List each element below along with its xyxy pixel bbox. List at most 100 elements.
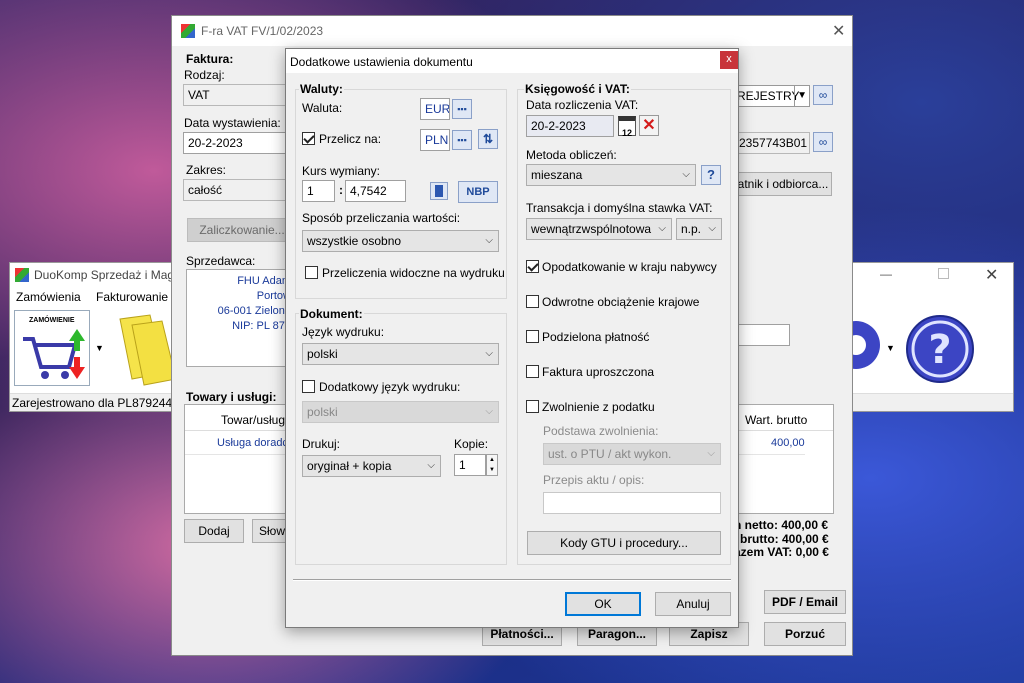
- uproszczona-checkbox[interactable]: [526, 365, 539, 378]
- odwrotne-checkbox[interactable]: [526, 295, 539, 308]
- swap-arrows-icon[interactable]: ⇅: [478, 129, 498, 149]
- kurs-right-field[interactable]: 4,7542: [345, 180, 406, 202]
- minimize-icon[interactable]: —: [880, 267, 892, 281]
- waluta-browse-button[interactable]: ▪▪▪: [452, 99, 472, 119]
- dialog-title: Dodatkowe ustawienia dokumentu: [290, 55, 473, 69]
- chevron-down-icon: ⌵: [485, 348, 493, 359]
- dialog-title-bar: Dodatkowe ustawienia dokumentu x: [286, 49, 738, 73]
- transakcja-value: wewnątrzwspólnotowa: [531, 222, 652, 236]
- przelicz-label: Przelicz na:: [319, 132, 382, 146]
- kody-gtu-button[interactable]: Kody GTU i procedury...: [527, 531, 721, 555]
- podstawa-select[interactable]: ust. o PTU / akt wykon. ⌵: [543, 443, 721, 465]
- seller-line: FHU Adam: [237, 275, 291, 287]
- porzuc-button[interactable]: Porzuć: [764, 622, 846, 646]
- invoice-extra-field[interactable]: [734, 324, 790, 346]
- dodatkowy-value: polski: [307, 405, 338, 419]
- brutto-total: brutto: 400,00 €: [740, 532, 829, 546]
- binoculars-icon[interactable]: ∞: [813, 85, 833, 105]
- transakcja-select[interactable]: wewnątrzwspólnotowa ⌵: [526, 218, 672, 240]
- close-icon[interactable]: ✕: [985, 265, 998, 285]
- zakres-field[interactable]: całość: [183, 179, 293, 201]
- help-question-icon[interactable]: ?: [701, 165, 721, 185]
- row-brutto-cell[interactable]: 400,00: [771, 437, 805, 449]
- podzielona-checkbox[interactable]: [526, 330, 539, 343]
- nip-field[interactable]: 2357743B01: [734, 132, 810, 154]
- col-brutto-header[interactable]: Wart. brutto: [745, 413, 807, 427]
- vat-total: azem VAT: 0,00 €: [734, 545, 829, 559]
- book-icon[interactable]: [430, 182, 448, 200]
- dodaj-button[interactable]: Dodaj: [184, 519, 244, 543]
- data-wystawienia-field[interactable]: 20-2-2023: [183, 132, 293, 154]
- zwolnienie-checkbox[interactable]: [526, 400, 539, 413]
- zwolnienie-label: Zwolnienie z podatku: [542, 400, 655, 414]
- rodzaj-label: Rodzaj:: [184, 68, 225, 82]
- nbp-button[interactable]: NBP: [458, 181, 498, 203]
- drukuj-select[interactable]: oryginał + kopia ⌵: [302, 455, 441, 477]
- towary-label: Towary i usługi:: [186, 390, 277, 404]
- calendar-icon[interactable]: 12: [618, 116, 636, 138]
- dodatkowy-checkbox[interactable]: [302, 380, 315, 393]
- zaliczkowanie-button[interactable]: Zaliczkowanie...: [187, 218, 297, 242]
- sprzedawca-label: Sprzedawca:: [186, 254, 256, 268]
- kurs-left-field[interactable]: 1: [302, 180, 335, 202]
- rejestry-select[interactable]: REJESTRY ▼: [734, 85, 810, 107]
- przelicz-browse-button[interactable]: ▪▪▪: [452, 130, 472, 150]
- dialog-close-button[interactable]: x: [720, 51, 738, 69]
- przelicz-field[interactable]: PLN: [420, 129, 450, 151]
- waluta-field[interactable]: EUR: [420, 98, 450, 120]
- col-towar-header[interactable]: Towar/usługa: [221, 413, 292, 427]
- maximize-icon[interactable]: [938, 268, 949, 279]
- dodatkowy-select[interactable]: polski ⌵: [302, 401, 499, 423]
- invoice-app-icon: [181, 24, 195, 38]
- kopie-spinner[interactable]: ▲ ▼: [486, 454, 498, 476]
- toolbar-zamowienie-button[interactable]: ZAMÓWIENIE: [14, 310, 90, 386]
- clear-date-icon[interactable]: ✕: [639, 115, 659, 136]
- menu-zamowienia[interactable]: Zamówienia: [16, 290, 81, 304]
- registration-status: Zarejestrowano dla PL8792446: [12, 396, 179, 410]
- przelicz-checkbox[interactable]: [302, 132, 315, 145]
- jezyk-label: Język wydruku:: [302, 325, 385, 339]
- documents-cart-icon[interactable]: [110, 313, 180, 389]
- dodatkowy-label: Dodatkowy język wydruku:: [319, 380, 461, 394]
- data-rozliczenia-field[interactable]: 20-2-2023: [526, 115, 614, 137]
- uproszczona-label: Faktura uproszczona: [542, 365, 655, 379]
- odbiorca-button[interactable]: atnik i odbiorca...: [734, 172, 832, 196]
- seller-line: NIP: PL 879: [232, 320, 291, 332]
- faktura-label: Faktura:: [186, 52, 234, 66]
- invoice-close-icon[interactable]: ✕: [832, 21, 845, 41]
- widoczne-label: Przeliczenia widoczne na wydruku: [322, 266, 505, 280]
- kopie-label: Kopie:: [454, 437, 489, 451]
- odwrotne-label: Odwrotne obciążenie krajowe: [542, 295, 700, 309]
- menu-fakturowanie[interactable]: Fakturowanie: [96, 290, 168, 304]
- invoice-title-bar: F-ra VAT FV/1/02/2023 ✕: [172, 16, 852, 46]
- chevron-down-icon: ⌵: [707, 448, 715, 459]
- przepis-field[interactable]: [543, 492, 721, 514]
- chevron-down-icon-3: ▼: [794, 86, 807, 106]
- chevron-down-icon[interactable]: ▼: [95, 343, 104, 353]
- row-towar-cell[interactable]: Usługa doradc: [217, 437, 288, 449]
- anuluj-button[interactable]: Anuluj: [655, 592, 731, 616]
- chevron-down-icon: ⌵: [485, 406, 493, 417]
- metoda-label: Metoda obliczeń:: [526, 148, 617, 162]
- svg-text:?: ?: [928, 327, 951, 373]
- data-rozliczenia-label: Data rozliczenia VAT:: [526, 98, 639, 112]
- rodzaj-field[interactable]: VAT: [183, 84, 293, 106]
- kopie-field[interactable]: 1: [454, 454, 486, 476]
- help-icon[interactable]: ?: [904, 313, 976, 385]
- pdf-email-button[interactable]: PDF / Email: [764, 590, 846, 614]
- jezyk-value: polski: [307, 347, 338, 361]
- opodatkowanie-label: Opodatkowanie w kraju nabywcy: [542, 260, 717, 274]
- drukuj-value: oryginał + kopia: [307, 459, 392, 473]
- drukuj-label: Drukuj:: [302, 437, 341, 451]
- sposob-select[interactable]: wszystkie osobno ⌵: [302, 230, 499, 252]
- stawka-select[interactable]: n.p. ⌵: [676, 218, 722, 240]
- ok-button[interactable]: OK: [565, 592, 641, 616]
- metoda-select[interactable]: mieszana ⌵: [526, 164, 696, 186]
- opodatkowanie-checkbox[interactable]: [526, 260, 539, 273]
- chevron-down-icon-2[interactable]: ▼: [886, 343, 895, 353]
- jezyk-select[interactable]: polski ⌵: [302, 343, 499, 365]
- binoculars-icon-2[interactable]: ∞: [813, 132, 833, 152]
- widoczne-checkbox[interactable]: [305, 266, 318, 279]
- przepis-label: Przepis aktu / opis:: [543, 473, 645, 487]
- podstawa-label: Podstawa zwolnienia:: [543, 424, 659, 438]
